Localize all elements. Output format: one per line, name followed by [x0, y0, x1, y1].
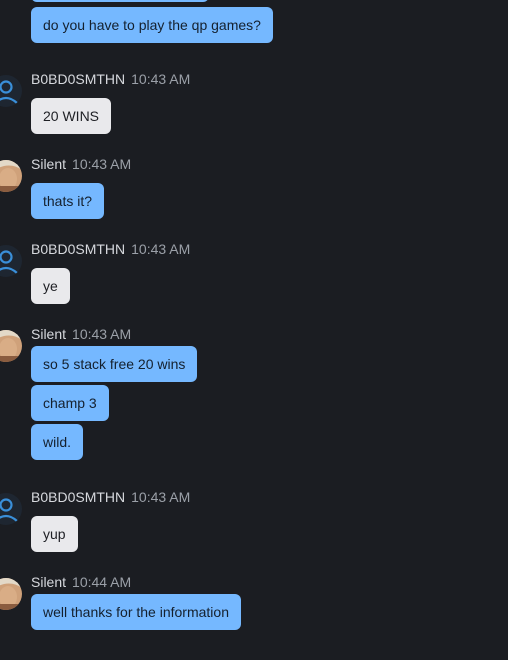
message-bubbles: well thanks for the information	[31, 594, 241, 633]
message-timestamp: 10:43 AM	[72, 326, 132, 342]
default-user-icon[interactable]	[0, 493, 22, 525]
message-header: B0BD0SMTHN 10:43 AM	[31, 70, 190, 88]
author-name[interactable]: Silent	[31, 574, 66, 590]
message-bubble-other[interactable]: ye	[31, 268, 70, 304]
author-name[interactable]: B0BD0SMTHN	[31, 489, 125, 505]
message-header: Silent 10:43 AM	[31, 155, 131, 173]
message-bubble-self[interactable]: thats it?	[31, 183, 105, 219]
profile-photo[interactable]	[0, 578, 22, 610]
author-name[interactable]: B0BD0SMTHN	[31, 71, 125, 87]
message-header: Silent 10:44 AM	[31, 573, 131, 591]
message-timestamp: 10:43 AM	[131, 489, 191, 505]
message-header: B0BD0SMTHN 10:43 AM	[31, 488, 190, 506]
message-bubble-fragment	[31, 0, 209, 2]
chat-message-list[interactable]: do you have to play the qp games? B0BD0S…	[0, 0, 508, 660]
author-name[interactable]: B0BD0SMTHN	[31, 241, 125, 257]
default-user-icon[interactable]	[0, 245, 22, 277]
message-timestamp: 10:43 AM	[131, 241, 191, 257]
message-bubble-self[interactable]: wild.	[31, 424, 84, 460]
message-bubble-self[interactable]: do you have to play the qp games?	[31, 7, 273, 43]
message-bubble-self[interactable]: well thanks for the information	[31, 594, 241, 630]
message-bubble-self[interactable]: so 5 stack free 20 wins	[31, 346, 198, 382]
default-user-icon[interactable]	[0, 75, 22, 107]
message-bubbles: ye	[31, 268, 70, 307]
author-name[interactable]: Silent	[31, 156, 66, 172]
message-header: B0BD0SMTHN 10:43 AM	[31, 240, 190, 258]
message-bubble-other[interactable]: 20 WINS	[31, 98, 112, 134]
message-bubbles: so 5 stack free 20 wins champ 3 wild.	[31, 346, 198, 463]
message-bubble-self[interactable]: champ 3	[31, 385, 109, 421]
message-bubble-other[interactable]: yup	[31, 516, 78, 552]
message-timestamp: 10:43 AM	[72, 156, 132, 172]
message-bubbles: 20 WINS	[31, 98, 112, 137]
author-name[interactable]: Silent	[31, 326, 66, 342]
message-header: Silent 10:43 AM	[31, 325, 131, 343]
message-timestamp: 10:43 AM	[131, 71, 191, 87]
profile-photo[interactable]	[0, 330, 22, 362]
profile-photo[interactable]	[0, 160, 22, 192]
message-timestamp: 10:44 AM	[72, 574, 132, 590]
message-bubbles: do you have to play the qp games?	[31, 7, 273, 46]
message-bubbles: thats it?	[31, 183, 105, 222]
message-bubbles: yup	[31, 516, 78, 555]
